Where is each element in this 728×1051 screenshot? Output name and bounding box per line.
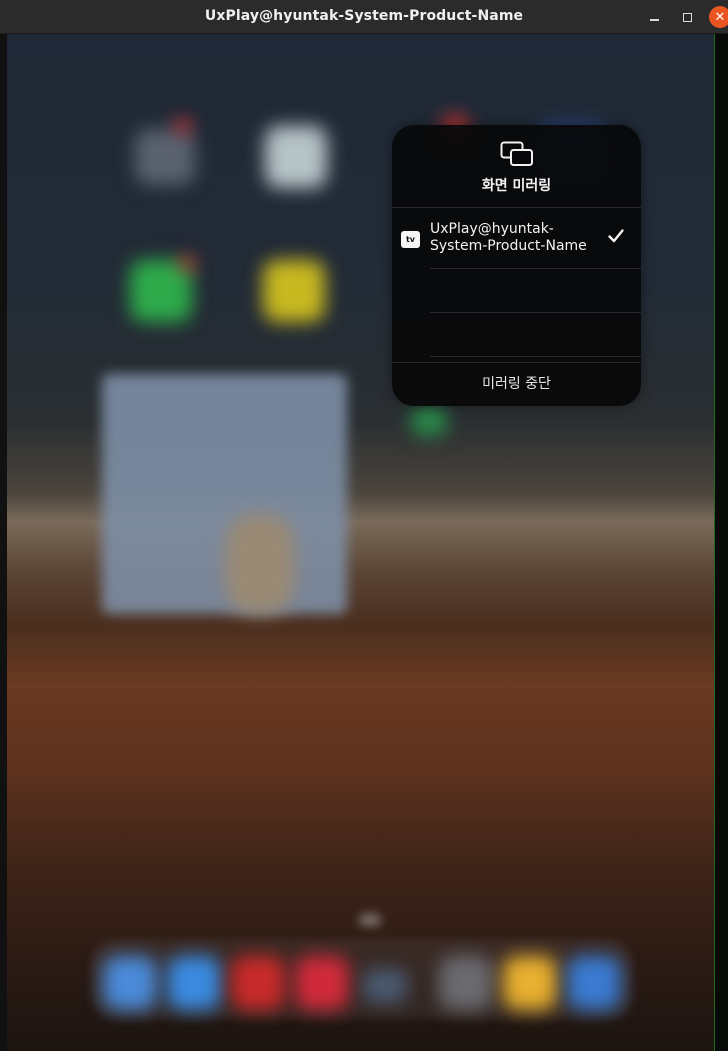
home-indicator	[359, 914, 381, 926]
divider	[430, 268, 641, 269]
apple-tv-icon: tv	[401, 231, 420, 248]
app-icon	[263, 260, 325, 322]
maximize-button[interactable]	[676, 6, 698, 28]
uxplay-window: UxPlay@hyuntak-System-Product-Name ✕ 화면 …	[0, 0, 728, 1051]
dock-app-icon	[363, 969, 407, 1003]
close-icon: ✕	[714, 9, 726, 25]
maximize-icon	[682, 12, 692, 22]
apple-tv-badge-text: tv	[405, 235, 416, 244]
screen-mirroring-panel: 화면 미러링 tv UxPlay@hyuntak-System-Product-…	[392, 125, 641, 406]
minimize-icon	[649, 19, 659, 21]
settings-app-icon	[439, 956, 493, 1010]
checkmark-icon	[608, 229, 624, 243]
panel-title: 화면 미러링	[481, 178, 552, 194]
divider	[392, 207, 641, 208]
widget-image	[225, 514, 295, 614]
safari-app-icon	[103, 956, 157, 1010]
stop-mirroring-button[interactable]: 미러링 중단	[392, 363, 641, 406]
app-icon	[135, 129, 195, 185]
mail-app-icon	[167, 956, 221, 1010]
device-name: UxPlay@hyuntak-System-Product-Name	[430, 221, 587, 254]
device-list-item[interactable]: tv UxPlay@hyuntak-System-Product-Name	[392, 209, 641, 269]
notification-badge	[175, 118, 191, 134]
notification-badge	[179, 256, 195, 272]
youtube-app-icon	[231, 956, 285, 1010]
minimize-button[interactable]	[643, 6, 665, 28]
music-app-icon	[295, 956, 349, 1010]
edge-line	[714, 34, 715, 1051]
app-icon	[411, 406, 447, 436]
close-button[interactable]: ✕	[709, 6, 728, 28]
divider	[430, 356, 641, 357]
notes-app-icon	[503, 956, 557, 1010]
window-right-edge	[714, 34, 728, 1051]
window-titlebar[interactable]: UxPlay@hyuntak-System-Product-Name ✕	[0, 0, 728, 34]
app-icon	[265, 126, 327, 188]
divider	[430, 312, 641, 313]
files-app-icon	[567, 956, 621, 1010]
screen-mirroring-icon	[500, 141, 533, 166]
window-title: UxPlay@hyuntak-System-Product-Name	[204, 8, 524, 24]
